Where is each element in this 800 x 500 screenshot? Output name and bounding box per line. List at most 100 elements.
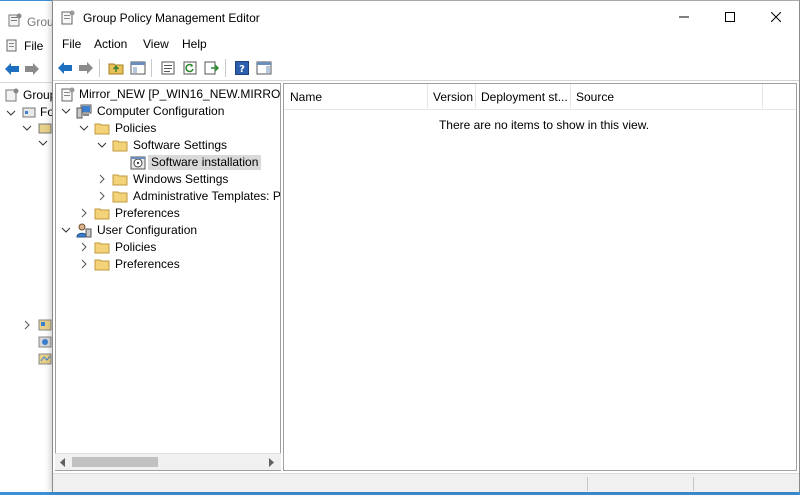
refresh-icon bbox=[183, 61, 197, 75]
scroll-right-icon[interactable] bbox=[267, 458, 275, 467]
chevron-down-icon[interactable] bbox=[97, 140, 107, 150]
tree-user-policies-label: Policies bbox=[115, 240, 157, 254]
show-hide-tree-button[interactable] bbox=[129, 59, 147, 77]
chevron-down-icon[interactable] bbox=[61, 225, 71, 235]
tree-user-configuration-label: User Configuration bbox=[97, 223, 198, 237]
tree-node-user-policies[interactable]: Policies bbox=[56, 239, 280, 256]
tree-node-policies[interactable]: Policies bbox=[56, 120, 280, 137]
status-divider bbox=[587, 477, 588, 491]
minimize-icon bbox=[679, 16, 689, 18]
folder-icon bbox=[112, 174, 128, 186]
forest-icon bbox=[22, 107, 36, 118]
column-divider[interactable] bbox=[475, 84, 476, 108]
tree-node-software-installation[interactable]: Software installation bbox=[56, 154, 280, 171]
document-icon bbox=[6, 39, 17, 52]
column-header-version[interactable]: Version bbox=[433, 90, 473, 104]
menu-bar: File Action View Help bbox=[53, 33, 799, 55]
export-list-button[interactable] bbox=[203, 59, 221, 77]
folder-icon bbox=[112, 191, 128, 203]
tree-pane: Mirror_NEW [P_WIN16_NEW.MIRRORTE Compute… bbox=[55, 83, 281, 471]
folder-icon bbox=[112, 140, 128, 152]
close-button[interactable] bbox=[753, 1, 799, 33]
title-bar[interactable]: Group Policy Management Editor bbox=[53, 1, 799, 33]
folder-icon bbox=[94, 242, 110, 254]
back-arrow-icon bbox=[58, 62, 72, 74]
status-bar bbox=[53, 473, 799, 492]
back-arrow-icon[interactable] bbox=[4, 62, 20, 76]
scroll-left-icon[interactable] bbox=[59, 458, 67, 467]
show-action-pane-icon bbox=[256, 61, 272, 75]
tree-policies-label: Policies bbox=[115, 121, 157, 135]
back-button[interactable] bbox=[56, 59, 74, 77]
toolbar: ? bbox=[53, 55, 799, 81]
column-header-name[interactable]: Name bbox=[290, 90, 322, 104]
tree-preferences-label: Preferences bbox=[115, 206, 180, 220]
forward-arrow-icon[interactable] bbox=[24, 62, 40, 76]
tree-node-root[interactable]: Mirror_NEW [P_WIN16_NEW.MIRRORTE bbox=[56, 86, 281, 103]
column-divider[interactable] bbox=[427, 84, 428, 108]
menu-action[interactable]: Action bbox=[94, 37, 127, 51]
tree-horizontal-scrollbar[interactable] bbox=[55, 453, 281, 470]
tree-node-software-settings[interactable]: Software Settings bbox=[56, 137, 280, 154]
menu-file[interactable]: File bbox=[62, 37, 81, 51]
chevron-right-icon[interactable] bbox=[79, 259, 89, 269]
gpo-icon bbox=[61, 87, 75, 102]
gpme-window: Group Policy Management Editor File Acti… bbox=[52, 0, 800, 492]
tree-software-settings-label: Software Settings bbox=[133, 138, 228, 152]
tree-node-user-configuration[interactable]: User Configuration bbox=[56, 222, 280, 239]
close-icon bbox=[771, 12, 781, 22]
scrollbar-thumb[interactable] bbox=[72, 457, 158, 467]
background-menu-file[interactable]: File bbox=[24, 39, 43, 53]
properties-button[interactable] bbox=[159, 59, 177, 77]
help-icon: ? bbox=[235, 61, 249, 75]
tree-node-user-preferences[interactable]: Preferences bbox=[56, 256, 280, 273]
help-button[interactable]: ? bbox=[233, 59, 251, 77]
background-menu-bar: File bbox=[0, 35, 60, 55]
results-icon bbox=[38, 353, 52, 365]
tree-node-computer-configuration[interactable]: Computer Configuration bbox=[56, 103, 280, 120]
chevron-down-icon[interactable] bbox=[79, 123, 89, 133]
up-folder-icon bbox=[108, 63, 124, 75]
chevron-right-icon[interactable] bbox=[79, 208, 89, 218]
column-divider[interactable] bbox=[570, 84, 571, 108]
forward-button[interactable] bbox=[77, 59, 95, 77]
column-header-source[interactable]: Source bbox=[576, 90, 614, 104]
chevron-right-icon[interactable] bbox=[79, 242, 89, 252]
show-action-pane-button[interactable] bbox=[255, 59, 273, 77]
toolbar-separator bbox=[99, 59, 100, 77]
tree-user-preferences-label: Preferences bbox=[115, 257, 180, 271]
tree-node-preferences[interactable]: Preferences bbox=[56, 205, 280, 222]
menu-view[interactable]: View bbox=[143, 37, 169, 51]
tree-node-windows-settings[interactable]: Windows Settings bbox=[56, 171, 280, 188]
taskbar-edge bbox=[0, 492, 800, 495]
tree-node-administrative-templates[interactable]: Administrative Templates: Pc bbox=[56, 188, 280, 205]
chevron-down-icon[interactable] bbox=[22, 123, 32, 133]
tree-software-installation-label: Software installation bbox=[148, 155, 262, 170]
tree-computer-configuration-label: Computer Configuration bbox=[97, 104, 225, 118]
software-installation-icon bbox=[130, 156, 146, 170]
computer-icon bbox=[76, 104, 92, 119]
show-hide-tree-icon bbox=[130, 61, 146, 75]
gpm-app-icon bbox=[8, 13, 22, 27]
sites-icon bbox=[38, 319, 52, 331]
empty-list-message: There are no items to show in this view. bbox=[438, 118, 650, 132]
up-one-level-button[interactable] bbox=[107, 59, 125, 77]
window-title: Group Policy Management Editor bbox=[83, 11, 260, 25]
chevron-down-icon[interactable] bbox=[38, 138, 48, 148]
column-header-deployment-state[interactable]: Deployment st... bbox=[481, 90, 568, 104]
chevron-down-icon[interactable] bbox=[61, 106, 71, 116]
menu-help[interactable]: Help bbox=[182, 37, 207, 51]
chevron-right-icon[interactable] bbox=[22, 320, 32, 330]
chevron-down-icon[interactable] bbox=[6, 108, 16, 118]
chevron-right-icon[interactable] bbox=[97, 174, 107, 184]
toolbar-separator bbox=[151, 59, 152, 77]
folder-icon bbox=[94, 208, 110, 220]
tree-root-label: Mirror_NEW [P_WIN16_NEW.MIRRORTE bbox=[79, 87, 281, 101]
chevron-right-icon[interactable] bbox=[97, 191, 107, 201]
refresh-button[interactable] bbox=[181, 59, 199, 77]
minimize-button[interactable] bbox=[661, 1, 707, 33]
column-divider[interactable] bbox=[762, 84, 763, 108]
tree-windows-settings-label: Windows Settings bbox=[133, 172, 229, 186]
user-icon bbox=[76, 223, 92, 238]
maximize-button[interactable] bbox=[707, 1, 753, 33]
